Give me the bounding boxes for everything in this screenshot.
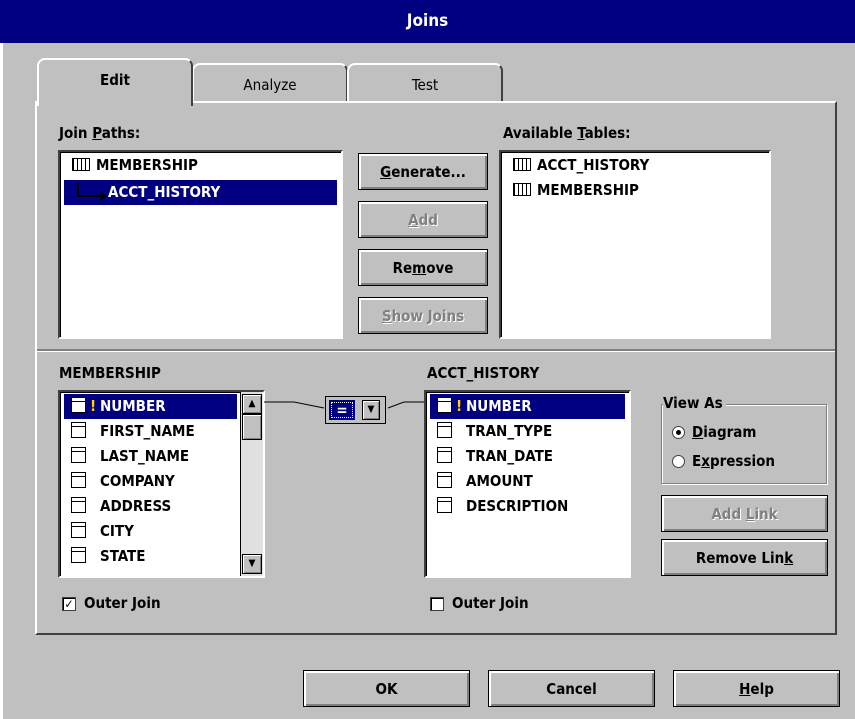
window-edge xyxy=(0,43,3,719)
expression-radio[interactable] xyxy=(672,455,685,468)
tab-analyze[interactable]: Analyze xyxy=(192,63,348,103)
window-title: Joins xyxy=(0,0,855,43)
ok-button[interactable]: OK xyxy=(303,670,470,707)
diagram-radio-label[interactable]: Diagram xyxy=(692,423,756,441)
right-column-item[interactable]: AMOUNT xyxy=(430,469,625,494)
available-table-item[interactable]: MEMBERSHIP xyxy=(505,178,765,203)
right-column-item-selected[interactable]: ! NUMBER xyxy=(430,394,625,419)
chevron-down-icon[interactable]: ▼ xyxy=(362,400,380,420)
left-scrollbar[interactable]: ▲ ▼ xyxy=(240,392,263,576)
cancel-button[interactable]: Cancel xyxy=(488,670,655,707)
left-column-item[interactable]: STATE xyxy=(64,544,237,569)
column-icon xyxy=(437,472,452,488)
right-outer-join-label[interactable]: Outer Join xyxy=(452,594,529,612)
right-column-item[interactable]: DESCRIPTION xyxy=(430,494,625,519)
remove-button[interactable]: Remove xyxy=(358,249,488,286)
column-icon xyxy=(71,447,86,463)
tab-test[interactable]: Test xyxy=(347,63,503,103)
column-icon xyxy=(71,547,86,563)
column-icon xyxy=(71,522,86,538)
add-link-button[interactable]: Add Link xyxy=(661,495,828,532)
column-icon xyxy=(437,422,452,438)
operator-value: = xyxy=(329,400,355,420)
column-icon xyxy=(437,497,452,513)
view-as-label: View As xyxy=(663,394,726,412)
key-icon: ! xyxy=(90,397,97,415)
column-icon xyxy=(71,397,86,413)
join-arrow-icon xyxy=(64,182,108,203)
join-paths-label: Join Paths: xyxy=(59,124,141,142)
left-columns-list[interactable]: ! NUMBER FIRST_NAME LAST_NAME COMPANY ADD… xyxy=(58,390,265,578)
divider xyxy=(37,349,835,352)
left-outer-join-label[interactable]: Outer Join xyxy=(84,594,161,612)
right-column-item[interactable]: TRAN_DATE xyxy=(430,444,625,469)
expression-radio-label[interactable]: Expression xyxy=(692,452,775,470)
help-button[interactable]: Help xyxy=(673,670,840,707)
right-outer-join-checkbox[interactable] xyxy=(430,597,444,611)
remove-link-button[interactable]: Remove Link xyxy=(661,539,828,576)
right-column-item[interactable]: TRAN_TYPE xyxy=(430,419,625,444)
view-as-group xyxy=(661,404,827,484)
right-table-name: ACCT_HISTORY xyxy=(427,364,540,382)
table-icon xyxy=(513,158,531,171)
left-column-item[interactable]: ADDRESS xyxy=(64,494,237,519)
join-path-item[interactable]: MEMBERSHIP xyxy=(64,153,337,178)
column-icon xyxy=(437,447,452,463)
available-tables-label: Available Tables: xyxy=(503,124,631,142)
scroll-thumb[interactable] xyxy=(242,414,262,440)
left-column-item[interactable]: FIRST_NAME xyxy=(64,419,237,444)
right-columns-list[interactable]: ! NUMBER TRAN_TYPE TRAN_DATE AMOUNT DESCR… xyxy=(424,390,631,578)
left-column-item[interactable]: LAST_NAME xyxy=(64,444,237,469)
table-icon xyxy=(72,158,90,171)
available-tables-list[interactable]: ACCT_HISTORY MEMBERSHIP xyxy=(499,150,771,339)
show-joins-button[interactable]: Show Joins xyxy=(358,297,488,334)
column-icon xyxy=(71,472,86,488)
scroll-up-icon[interactable]: ▲ xyxy=(242,394,262,414)
column-icon xyxy=(71,422,86,438)
key-icon: ! xyxy=(456,397,463,415)
add-button[interactable]: Add xyxy=(358,201,488,238)
column-icon xyxy=(437,397,452,413)
join-path-item-selected[interactable]: ACCT_HISTORY xyxy=(64,180,337,205)
left-outer-join-checkbox[interactable]: ✓ xyxy=(62,597,76,611)
join-paths-list[interactable]: MEMBERSHIP ACCT_HISTORY xyxy=(58,150,343,339)
column-icon xyxy=(71,497,86,513)
scroll-down-icon[interactable]: ▼ xyxy=(242,554,262,574)
left-column-item[interactable]: COMPANY xyxy=(64,469,237,494)
table-icon xyxy=(513,183,531,196)
tab-edit[interactable]: Edit xyxy=(37,58,193,106)
available-table-item[interactable]: ACCT_HISTORY xyxy=(505,153,765,178)
left-column-item-selected[interactable]: ! NUMBER xyxy=(64,394,237,419)
left-column-item[interactable]: CITY xyxy=(64,519,237,544)
diagram-radio[interactable] xyxy=(672,426,685,439)
left-table-name: MEMBERSHIP xyxy=(59,364,161,382)
generate-button[interactable]: Generate... xyxy=(358,153,488,190)
operator-dropdown[interactable]: = ▼ xyxy=(325,396,386,424)
